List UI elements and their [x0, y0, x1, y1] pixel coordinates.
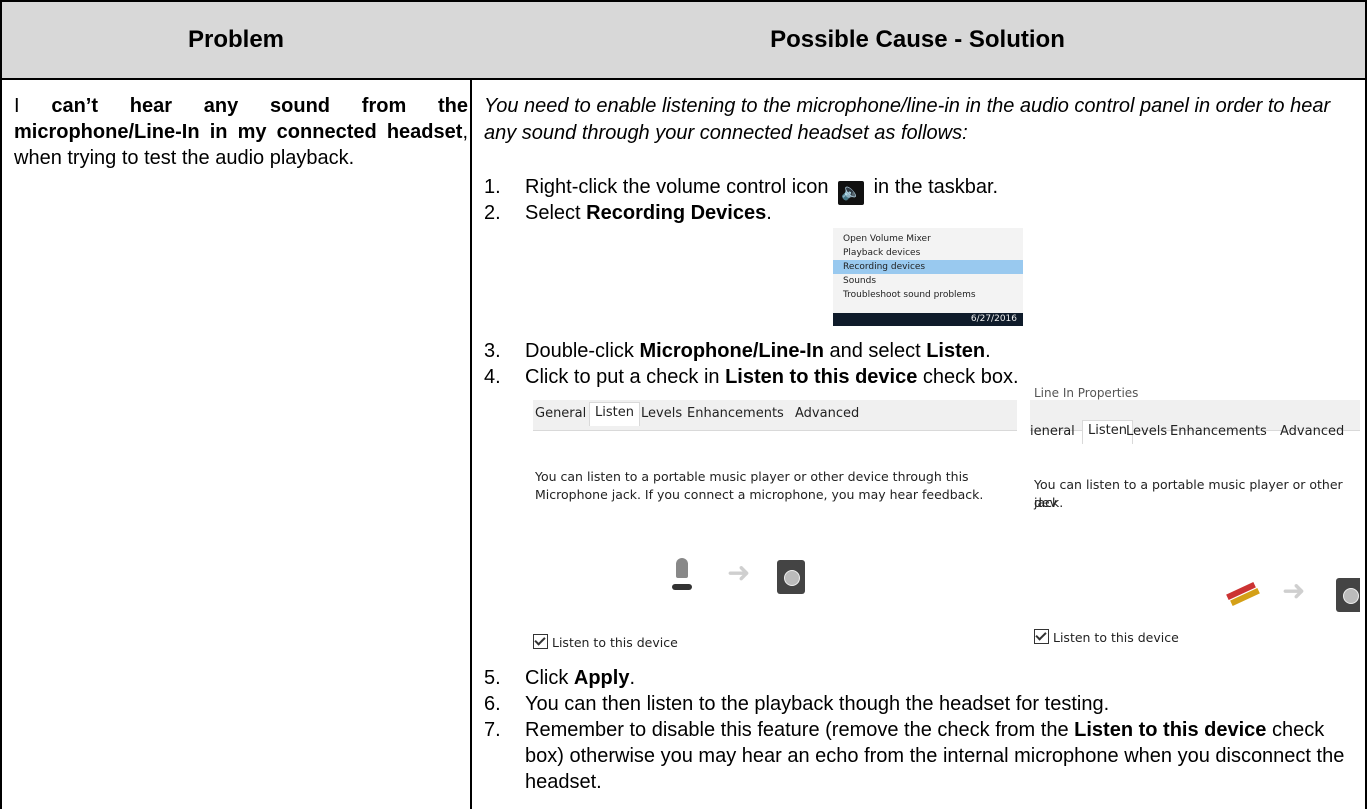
- listen-checkbox-label: Listen to this device: [552, 635, 678, 650]
- tab-levels[interactable]: Levels: [641, 406, 682, 421]
- tab-advanced[interactable]: Advanced: [1280, 424, 1344, 439]
- checkbox-icon: [1034, 629, 1049, 644]
- step-text: in the taskbar.: [873, 176, 999, 198]
- line-in-description-line1: You can listen to a portable music playe…: [1034, 477, 1343, 510]
- menu-item-recording-devices[interactable]: Recording devices: [833, 260, 1023, 274]
- step-number: 3.: [484, 340, 501, 362]
- arrow-icon: ➜: [1282, 574, 1306, 607]
- listen-description-line1: You can listen to a portable music playe…: [535, 469, 969, 484]
- context-menu-screenshot: Open Volume Mixer Playback devices Recor…: [833, 228, 1023, 326]
- line-in-properties-title: Line In Properties: [1034, 386, 1139, 400]
- tab-listen[interactable]: Listen: [589, 402, 640, 426]
- solution-header: Possible Cause - Solution: [470, 0, 1367, 80]
- tab-enhancements[interactable]: Enhancements: [1170, 424, 1267, 439]
- audio-plug-icon: [1226, 581, 1262, 607]
- listen-checkbox[interactable]: Listen to this device: [533, 634, 678, 650]
- menu-item-open-volume-mixer[interactable]: Open Volume Mixer: [833, 232, 1023, 246]
- line-in-description-line2: jack.: [1034, 495, 1064, 510]
- step-text: Select: [525, 202, 587, 224]
- step-bold: Apply: [573, 667, 630, 689]
- table-column-divider: [470, 80, 472, 809]
- solution-intro: You need to enable listening to the micr…: [484, 95, 1331, 144]
- problem-bold: can’t hear any sound from the microphone…: [14, 95, 469, 143]
- step-number: 5.: [484, 667, 501, 689]
- step-text: .: [629, 667, 636, 689]
- step-number: 1.: [484, 176, 501, 198]
- arrow-icon: ➜: [727, 556, 751, 589]
- table-border-left: [0, 80, 2, 809]
- speaker-icon: [1336, 578, 1360, 612]
- menu-item-sounds[interactable]: Sounds: [833, 274, 1023, 288]
- step-text: Double-click: [525, 340, 640, 362]
- step-bold: Recording Devices: [586, 202, 767, 224]
- dialog-tab-strip: ieneral Listen Levels Enhancements Advan…: [1030, 400, 1360, 444]
- listen-checkbox-label: Listen to this device: [1053, 630, 1179, 645]
- step-bold: Listen to this device: [1074, 719, 1267, 741]
- step-text: .: [985, 340, 991, 362]
- step-number: 6.: [484, 693, 501, 715]
- step-text: check box.: [917, 366, 1019, 388]
- step-number: 2.: [484, 202, 501, 224]
- step-number: 4.: [484, 366, 501, 388]
- problem-header: Problem: [0, 0, 472, 80]
- step-bold: Listen to this device: [725, 366, 918, 388]
- checkbox-icon: [533, 634, 548, 649]
- step-text: and select: [823, 340, 927, 362]
- menu-item-playback-devices[interactable]: Playback devices: [833, 246, 1023, 260]
- step-number: 7.: [484, 719, 501, 741]
- listen-dialog-screenshot: General Listen Levels Enhancements Advan…: [533, 400, 1017, 656]
- listen-checkbox[interactable]: Listen to this device: [1034, 629, 1179, 645]
- taskbar-strip: 6/27/2016: [833, 313, 1023, 326]
- microphone-icon: [672, 558, 692, 590]
- speaker-icon: [777, 560, 805, 594]
- tab-general[interactable]: General: [535, 406, 586, 421]
- step-text: .: [766, 202, 772, 224]
- step-text: Right-click the volume control icon: [525, 176, 829, 198]
- step-text: Click: [525, 667, 574, 689]
- menu-item-troubleshoot[interactable]: Troubleshoot sound problems: [833, 288, 1023, 302]
- step-text: You can then listen to the playback thou…: [525, 693, 1110, 715]
- step-bold: Listen: [926, 340, 986, 362]
- listen-description-line2: Microphone jack. If you connect a microp…: [535, 487, 984, 502]
- tab-levels[interactable]: Levels: [1126, 424, 1167, 439]
- problem-pronoun: I: [14, 95, 20, 117]
- problem-text: I can’t hear any sound from the micropho…: [14, 93, 468, 171]
- tab-enhancements[interactable]: Enhancements: [687, 406, 784, 421]
- step-bold: Microphone/Line-In: [639, 340, 824, 362]
- tab-advanced[interactable]: Advanced: [795, 406, 859, 421]
- tab-general[interactable]: ieneral: [1030, 424, 1075, 439]
- line-in-dialog-screenshot: ieneral Listen Levels Enhancements Advan…: [1030, 400, 1360, 656]
- taskbar-date: 6/27/2016: [970, 314, 1017, 324]
- step-text: Click to put a check in: [525, 366, 726, 388]
- step-text: Remember to disable this feature (remove…: [525, 719, 1075, 741]
- dialog-tab-strip: General Listen Levels Enhancements Advan…: [533, 400, 1017, 431]
